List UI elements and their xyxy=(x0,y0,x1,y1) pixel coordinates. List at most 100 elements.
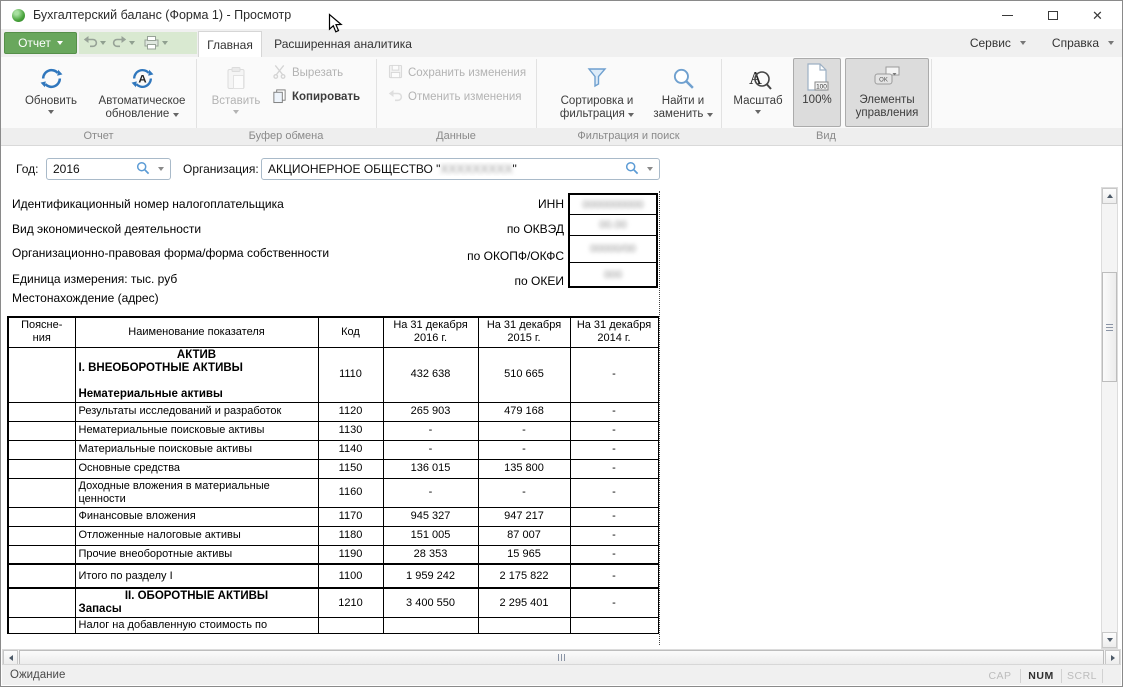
table-row: Прочие внеоборотные активы119028 35315 9… xyxy=(8,545,658,564)
cancel-changes-button[interactable]: Отменить изменения xyxy=(388,87,522,107)
scroll-down-button[interactable] xyxy=(1102,632,1117,648)
okopf-row-label: Организационно-правовая форма/форма собс… xyxy=(12,246,329,260)
table-cell: 135 800 xyxy=(478,459,570,478)
refresh-button[interactable]: Обновить xyxy=(13,59,89,115)
okved-row-label: Вид экономической деятельности xyxy=(12,222,201,236)
report-menu-button[interactable]: Отчет xyxy=(4,32,77,54)
service-menu[interactable]: Сервис xyxy=(970,36,1026,50)
table-cell: 1100 xyxy=(318,564,383,588)
cut-icon xyxy=(272,64,287,82)
auto-refresh-label: Автоматическое обновление xyxy=(92,95,192,121)
table-cell: 28 353 xyxy=(383,545,478,564)
help-menu[interactable]: Справка xyxy=(1052,36,1114,50)
find-replace-button[interactable]: Найти и заменить xyxy=(649,59,717,122)
scroll-left-button[interactable] xyxy=(3,650,18,665)
horizontal-scroll-thumb[interactable] xyxy=(19,650,1104,665)
inn-value-redacted: 0000000000 xyxy=(582,199,643,211)
table-cell: Основные средства xyxy=(75,459,318,478)
titlebar: Бухгалтерский баланс (Форма 1) - Просмот… xyxy=(1,1,1122,29)
year-value: 2016 xyxy=(53,162,136,176)
organization-input[interactable]: АКЦИОНЕРНОЕ ОБЩЕСТВО "ХХХХХХХХХ" xyxy=(261,158,660,180)
arrow-left-icon xyxy=(9,655,13,661)
group-view-label: Вид xyxy=(721,128,931,145)
scrl-indicator: SCRL xyxy=(1062,670,1102,682)
table-cell: - xyxy=(570,564,658,588)
close-button[interactable]: ✕ xyxy=(1075,1,1120,29)
vertical-scrollbar[interactable] xyxy=(1101,187,1118,649)
chevron-down-icon xyxy=(1020,41,1026,45)
zoom-100-label: 100% xyxy=(802,94,831,107)
app-icon xyxy=(12,9,25,22)
sort-filter-button[interactable]: Сортировка и фильтрация xyxy=(549,59,645,122)
balance-table-body: АКТИВI. ВНЕОБОРОТНЫЕ АКТИВЫНематериальны… xyxy=(8,347,658,634)
auto-refresh-button[interactable]: A Автоматическое обновление xyxy=(91,59,193,122)
chevron-down-icon xyxy=(57,41,63,45)
zoom-button[interactable]: A Масштаб xyxy=(729,59,787,115)
tab-extended-analytics[interactable]: Расширенная аналитика xyxy=(262,31,424,57)
maximize-button[interactable] xyxy=(1030,1,1075,29)
redo-icon[interactable] xyxy=(112,35,127,51)
cancel-changes-label: Отменить изменения xyxy=(408,91,522,103)
controls-toggle-label: Элементы управления xyxy=(846,94,928,120)
window-title: Бухгалтерский баланс (Форма 1) - Просмот… xyxy=(33,8,291,22)
table-cell: - xyxy=(570,440,658,459)
search-icon[interactable] xyxy=(136,161,150,178)
table-cell: 1180 xyxy=(318,526,383,545)
vertical-scroll-thumb[interactable] xyxy=(1102,272,1117,382)
table-row: Отложенные налоговые активы1180151 00587… xyxy=(8,526,658,545)
table-cell: - xyxy=(570,588,658,618)
table-cell: 136 015 xyxy=(383,459,478,478)
scroll-up-button[interactable] xyxy=(1102,188,1117,204)
zoom-100-button[interactable]: 100 100% xyxy=(793,58,841,127)
scroll-right-button[interactable] xyxy=(1105,650,1120,665)
table-cell: - xyxy=(383,478,478,507)
cut-button[interactable]: Вырезать xyxy=(272,63,343,83)
paste-button[interactable]: Вставить xyxy=(204,59,268,115)
table-cell xyxy=(570,618,658,634)
copy-button[interactable]: Копировать xyxy=(272,87,360,107)
save-changes-button[interactable]: Сохранить изменения xyxy=(388,63,526,83)
controls-toggle-button[interactable]: OK Элементы управления xyxy=(845,58,929,127)
svg-text:100: 100 xyxy=(816,84,827,91)
app-window: Бухгалтерский баланс (Форма 1) - Просмот… xyxy=(0,0,1123,687)
col-code: Код xyxy=(318,317,383,347)
page-100-icon: 100 xyxy=(804,62,830,92)
find-replace-label: Найти и заменить xyxy=(650,95,716,121)
table-cell: 1 959 242 xyxy=(383,564,478,588)
quick-access-toolbar xyxy=(79,32,197,54)
table-cell xyxy=(8,564,75,588)
table-cell: - xyxy=(478,421,570,440)
save-changes-label: Сохранить изменения xyxy=(408,67,526,79)
col-explanations: Поясне- ния xyxy=(8,317,75,347)
table-cell: - xyxy=(478,478,570,507)
redo-dropdown-icon[interactable] xyxy=(129,41,135,45)
table-cell: Нематериальные поисковые активы xyxy=(75,421,318,440)
search-icon[interactable] xyxy=(625,161,639,178)
arrow-up-icon xyxy=(1107,194,1113,198)
undo-dropdown-icon[interactable] xyxy=(100,41,106,45)
minimize-button[interactable] xyxy=(985,1,1030,29)
table-cell: - xyxy=(570,545,658,564)
undo-changes-icon xyxy=(388,89,403,106)
inn-code-label: ИНН xyxy=(414,197,564,211)
year-input[interactable]: 2016 xyxy=(46,158,171,180)
table-cell: II. ОБОРОТНЫЕ АКТИВЫЗапасы xyxy=(75,588,318,618)
chevron-down-icon[interactable] xyxy=(158,167,164,171)
group-filter-search-label: Фильтрация и поиск xyxy=(536,128,721,145)
undo-icon[interactable] xyxy=(83,35,98,51)
tab-main[interactable]: Главная xyxy=(198,31,262,57)
service-menu-label: Сервис xyxy=(970,36,1011,50)
table-cell xyxy=(383,618,478,634)
table-cell: 1160 xyxy=(318,478,383,507)
chevron-down-icon[interactable] xyxy=(647,167,653,171)
col-2016: На 31 декабря 2016 г. xyxy=(383,317,478,347)
okved-value-redacted: 00.00 xyxy=(599,219,627,231)
print-dropdown-icon[interactable] xyxy=(162,41,168,45)
table-cell: Результаты исследований и разработок xyxy=(75,402,318,421)
mouse-cursor xyxy=(328,13,343,39)
table-cell: 2 295 401 xyxy=(478,588,570,618)
table-cell: 432 638 xyxy=(383,347,478,402)
print-icon[interactable] xyxy=(143,35,160,52)
group-report-label: Отчет xyxy=(1,128,196,145)
table-cell xyxy=(8,618,75,634)
